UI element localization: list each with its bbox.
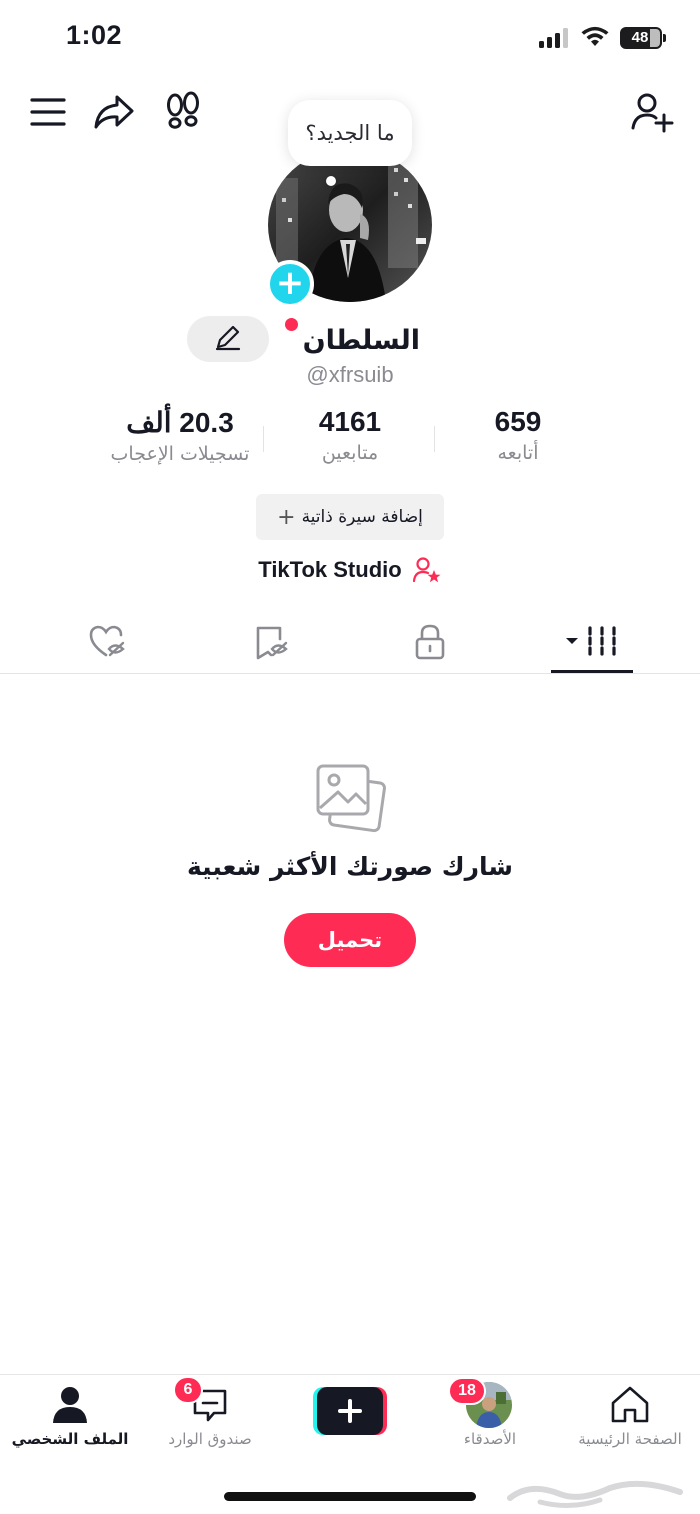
creator-star-icon bbox=[412, 557, 441, 583]
nav-home[interactable]: الصفحة الرئيسية bbox=[560, 1380, 700, 1460]
edit-profile-button[interactable] bbox=[187, 316, 269, 362]
bio-label: إضافة سيرة ذاتية bbox=[301, 507, 423, 527]
add-friend-icon[interactable] bbox=[630, 90, 674, 134]
following-count: 659 bbox=[494, 406, 542, 437]
grid-dropdown-icon bbox=[566, 626, 616, 658]
nav-home-label: الصفحة الرئيسية bbox=[578, 1430, 682, 1448]
whats-new-bubble[interactable]: ما الجديد؟ bbox=[288, 100, 412, 166]
nav-profile[interactable]: الملف الشخصي bbox=[0, 1380, 140, 1460]
studio-label: TikTok Studio bbox=[258, 557, 402, 582]
share-icon[interactable] bbox=[93, 92, 135, 132]
watermark-logo bbox=[507, 1480, 683, 1508]
heart-hidden-icon bbox=[89, 625, 125, 657]
upload-button[interactable]: تحميل bbox=[284, 913, 416, 967]
home-indicator bbox=[224, 1492, 476, 1501]
add-avatar-button[interactable]: + bbox=[266, 260, 314, 308]
status-time: 1:02 bbox=[66, 20, 123, 50]
tabs-divider bbox=[0, 673, 700, 674]
display-name: السلطان bbox=[302, 324, 420, 356]
following-label: أتابعه bbox=[497, 442, 539, 464]
bubble-tail bbox=[326, 176, 336, 186]
tab-private[interactable] bbox=[400, 620, 460, 664]
nav-inbox[interactable]: 6 صندوق الوارد bbox=[140, 1376, 280, 1460]
empty-state-title: شارك صورتك الأكثر شعبية bbox=[186, 852, 514, 881]
nav-friends-label: الأصدقاء bbox=[463, 1430, 517, 1448]
plus-icon: + bbox=[277, 504, 296, 530]
cellular-signal-icon bbox=[539, 28, 568, 48]
menu-icon[interactable] bbox=[28, 92, 68, 132]
tab-saved[interactable] bbox=[242, 620, 302, 664]
account-switcher[interactable]: السلطان bbox=[300, 318, 420, 362]
tab-liked[interactable] bbox=[78, 620, 138, 664]
add-bio-button[interactable]: إضافة سيرة ذاتية + bbox=[256, 494, 444, 540]
home-icon bbox=[611, 1386, 649, 1423]
lock-icon bbox=[415, 624, 445, 660]
footprints-icon[interactable] bbox=[163, 90, 203, 132]
inbox-badge: 6 bbox=[173, 1376, 203, 1404]
bottom-nav-divider bbox=[0, 1374, 700, 1375]
wifi-icon bbox=[581, 26, 609, 46]
battery-indicator: 48 bbox=[620, 27, 666, 49]
stat-following[interactable]: 659 أتابعه bbox=[418, 406, 618, 464]
tab-videos[interactable] bbox=[560, 620, 630, 664]
username: @xfrsuib bbox=[306, 362, 394, 387]
photos-icon bbox=[316, 764, 386, 833]
profile-icon bbox=[53, 1387, 87, 1423]
chevron-down-icon bbox=[300, 339, 301, 341]
nav-inbox-label: صندوق الوارد bbox=[168, 1430, 252, 1448]
create-button[interactable] bbox=[313, 1387, 387, 1435]
nav-profile-label: الملف الشخصي bbox=[11, 1430, 129, 1448]
notification-dot bbox=[285, 318, 298, 331]
tiktok-studio-link[interactable]: TikTok Studio bbox=[200, 552, 500, 588]
pencil-icon bbox=[215, 325, 241, 351]
friends-badge: 18 bbox=[448, 1377, 486, 1405]
bookmark-hidden-icon bbox=[256, 626, 288, 660]
